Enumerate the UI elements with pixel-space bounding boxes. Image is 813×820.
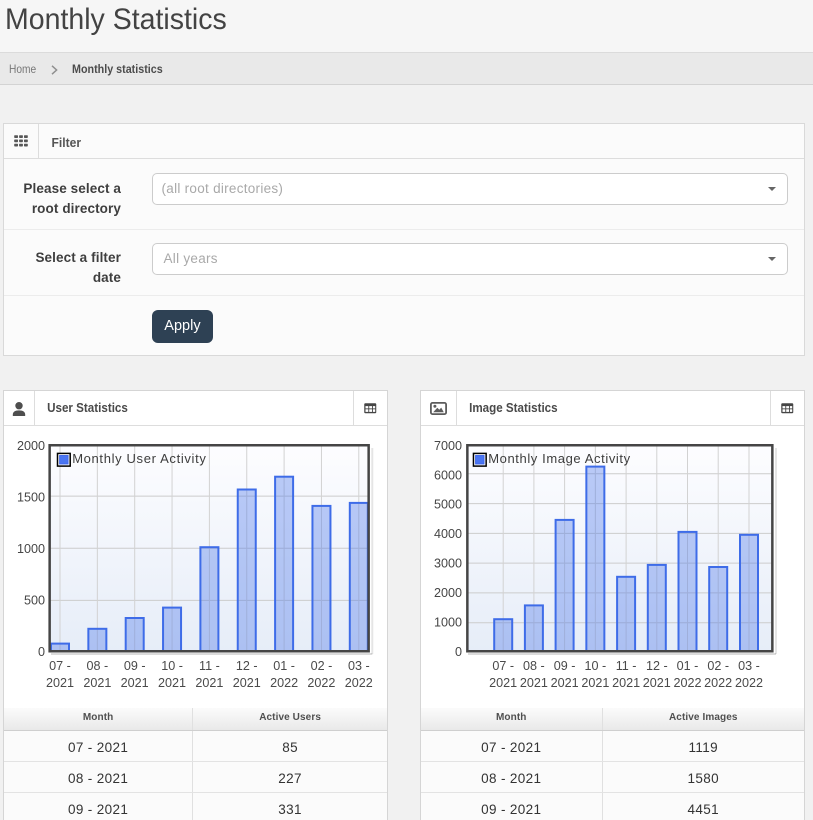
svg-text:08 -: 08 - [86, 659, 108, 673]
svg-text:2021: 2021 [233, 676, 261, 690]
svg-text:2000: 2000 [434, 586, 462, 600]
svg-text:500: 500 [24, 593, 45, 607]
svg-text:09 -: 09 - [124, 659, 146, 673]
svg-text:0: 0 [455, 645, 462, 659]
svg-text:2000: 2000 [17, 439, 45, 453]
svg-text:2022: 2022 [270, 676, 298, 690]
svg-text:10 -: 10 - [584, 659, 606, 673]
svg-text:2022: 2022 [704, 676, 732, 690]
svg-text:02 -: 02 - [311, 659, 333, 673]
svg-text:2022: 2022 [307, 676, 335, 690]
svg-text:2021: 2021 [121, 676, 149, 690]
svg-text:2021: 2021 [551, 676, 579, 690]
svg-text:1000: 1000 [17, 542, 45, 556]
svg-text:2022: 2022 [345, 676, 373, 690]
svg-text:2021: 2021 [83, 676, 111, 690]
svg-text:12 -: 12 - [236, 659, 258, 673]
svg-text:10 -: 10 - [161, 659, 183, 673]
svg-text:11 -: 11 - [199, 659, 220, 673]
svg-text:03 -: 03 - [738, 659, 760, 673]
svg-text:2022: 2022 [673, 676, 701, 690]
svg-text:1500: 1500 [17, 490, 45, 504]
svg-text:0: 0 [38, 645, 45, 659]
svg-text:2021: 2021 [612, 676, 640, 690]
svg-text:4000: 4000 [434, 527, 462, 541]
svg-text:5000: 5000 [434, 498, 462, 512]
svg-text:Monthly User Activity: Monthly User Activity [72, 451, 206, 466]
svg-text:01 -: 01 - [677, 659, 699, 673]
svg-text:Monthly Image Activity: Monthly Image Activity [488, 451, 631, 466]
svg-text:03 -: 03 - [348, 659, 370, 673]
svg-text:2021: 2021 [489, 676, 517, 690]
svg-text:2021: 2021 [520, 676, 548, 690]
svg-text:12 -: 12 - [646, 659, 668, 673]
svg-text:6000: 6000 [434, 468, 462, 482]
svg-text:11 -: 11 - [616, 659, 637, 673]
svg-text:2022: 2022 [735, 676, 763, 690]
svg-text:3000: 3000 [434, 557, 462, 571]
svg-text:2021: 2021 [195, 676, 223, 690]
svg-text:02 -: 02 - [707, 659, 729, 673]
svg-text:2021: 2021 [643, 676, 671, 690]
svg-text:09 -: 09 - [554, 659, 576, 673]
svg-text:08 -: 08 - [523, 659, 545, 673]
svg-text:7000: 7000 [434, 439, 462, 453]
svg-text:2021: 2021 [46, 676, 74, 690]
svg-text:01 -: 01 - [273, 659, 295, 673]
svg-text:1000: 1000 [434, 615, 462, 629]
svg-text:2021: 2021 [158, 676, 186, 690]
svg-text:07 -: 07 - [492, 659, 514, 673]
svg-text:2021: 2021 [581, 676, 609, 690]
svg-text:07 -: 07 - [49, 659, 71, 673]
